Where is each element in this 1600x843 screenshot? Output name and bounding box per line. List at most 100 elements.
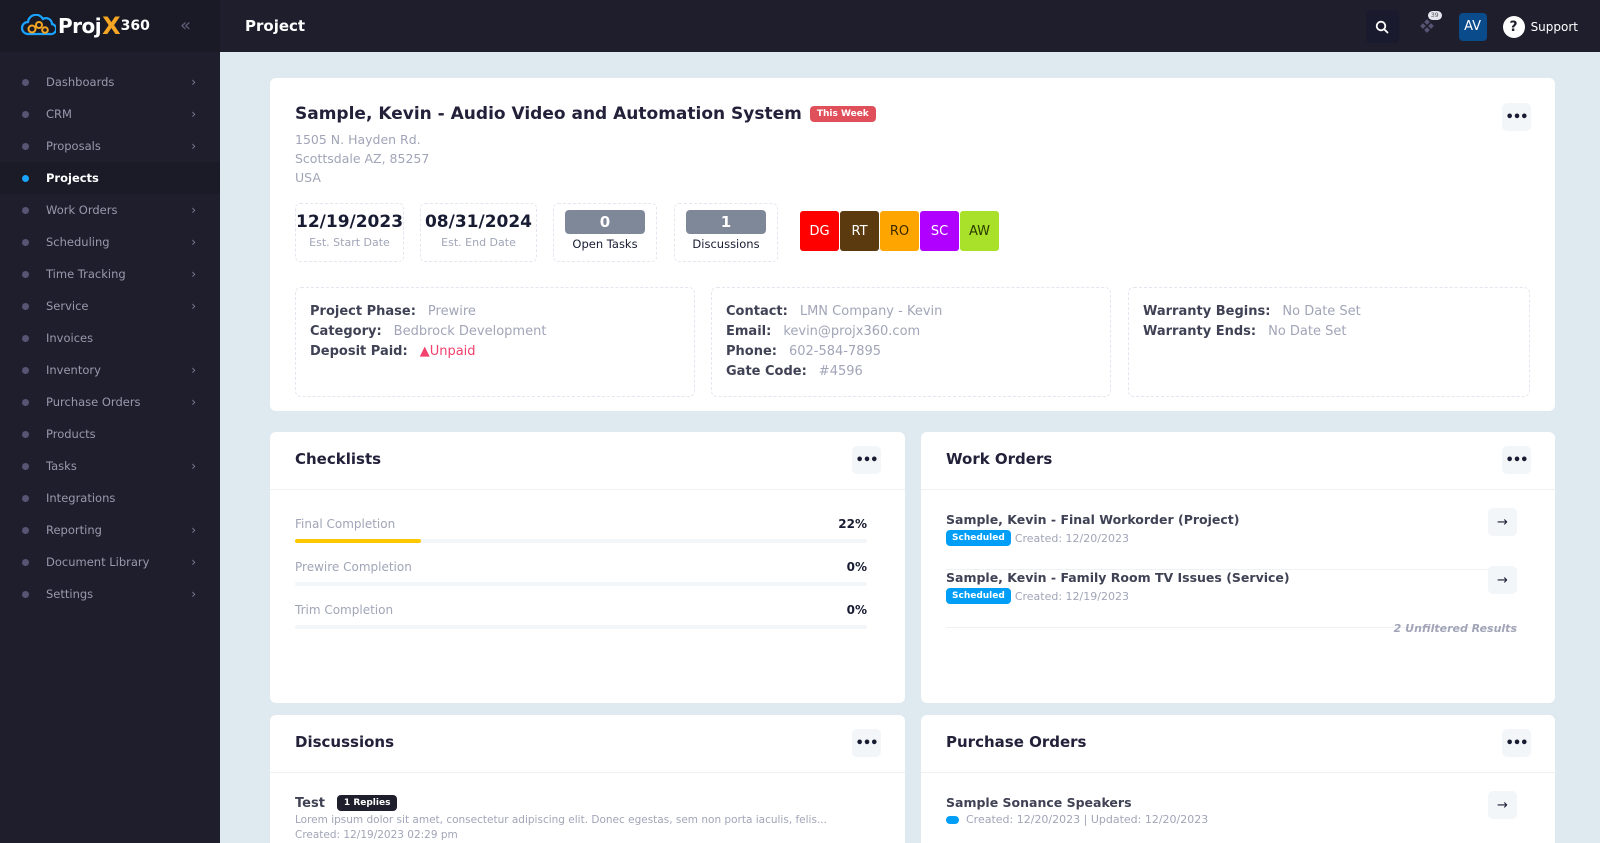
project-overview-card: Sample, Kevin - Audio Video and Automati…: [270, 78, 1555, 411]
chevron-right-icon: ›: [191, 267, 196, 281]
sidebar-item-label: Reporting: [46, 523, 102, 537]
warranty-box: Warranty Begins: No Date Set Warranty End…: [1128, 287, 1530, 397]
sidebar-item-reporting[interactable]: Reporting ›: [0, 514, 220, 546]
work-orders-more-button[interactable]: •••: [1502, 446, 1531, 474]
checklist-row[interactable]: Final Completion 22%: [295, 517, 867, 543]
work-order-title[interactable]: Sample, Kevin - Family Room TV Issues (S…: [946, 570, 1517, 585]
discussions-label: Discussions: [692, 237, 760, 251]
open-work-order-button[interactable]: →: [1488, 566, 1517, 594]
sidebar-item-service[interactable]: Service ›: [0, 290, 220, 322]
sidebar-item-label: Work Orders: [46, 203, 118, 217]
sidebar: Proj X 360 « Dashboards › CRM › Proposals › Proj…: [0, 0, 220, 843]
sidebar-item-label: Inventory: [46, 363, 101, 377]
phase-label: Project Phase:: [310, 304, 416, 319]
bullet-icon: [22, 110, 29, 118]
address-line-2: Scottsdale AZ, 85257: [295, 151, 430, 166]
checklists-more-button[interactable]: •••: [852, 446, 881, 474]
support-button[interactable]: ? Support: [1502, 15, 1578, 38]
header-actions: 39 AV ? Support: [1365, 10, 1578, 43]
checklist-row[interactable]: Trim Completion 0%: [295, 603, 867, 629]
sidebar-item-tasks[interactable]: Tasks ›: [0, 450, 220, 482]
logo-text: Proj: [58, 14, 102, 38]
sidebar-item-label: Service: [46, 299, 89, 313]
bullet-icon: [22, 590, 29, 598]
bullet-icon: [22, 238, 29, 246]
logo[interactable]: Proj X 360: [20, 12, 150, 40]
sidebar-item-scheduling[interactable]: Scheduling ›: [0, 226, 220, 258]
sidebar-item-inventory[interactable]: Inventory ›: [0, 354, 220, 386]
work-order-item: Sample, Kevin - Final Workorder (Project…: [946, 508, 1517, 570]
arrow-right-icon: →: [1497, 797, 1508, 813]
checklist-label: Final Completion: [295, 517, 396, 531]
warranty-ends-row: Warranty Ends: No Date Set: [1143, 322, 1515, 342]
contact-row: Contact: LMN Company - Kevin: [726, 302, 1096, 322]
top-header: Project 39 AV ? Support: [220, 0, 1600, 52]
sidebar-item-document-library[interactable]: Document Library ›: [0, 546, 220, 578]
work-orders-title: Work Orders: [946, 450, 1053, 468]
discussion-item[interactable]: Test 1 Replies: [295, 795, 398, 811]
contact-value[interactable]: LMN Company - Kevin: [800, 304, 943, 319]
discussions-more-button[interactable]: •••: [852, 729, 881, 757]
bullet-icon: [22, 494, 29, 502]
sidebar-item-label: CRM: [46, 107, 72, 121]
sidebar-item-settings[interactable]: Settings ›: [0, 578, 220, 610]
address-line-3: USA: [295, 170, 321, 185]
email-label: Email:: [726, 324, 772, 339]
sidebar-item-integrations[interactable]: Integrations: [0, 482, 220, 514]
discussion-body: Lorem ipsum dolor sit amet, consectetur …: [295, 813, 827, 843]
chevron-right-icon: ›: [191, 363, 196, 377]
phone-value[interactable]: 602-584-7895: [789, 344, 881, 359]
discussion-title[interactable]: Test: [295, 796, 325, 811]
sidebar-item-invoices[interactable]: Invoices: [0, 322, 220, 354]
sidebar-item-products[interactable]: Products: [0, 418, 220, 450]
work-orders-card: Work Orders ••• Sample, Kevin - Final Wo…: [921, 432, 1555, 703]
work-order-title[interactable]: Sample, Kevin - Final Workorder (Project…: [946, 512, 1517, 527]
status-indicator: [946, 815, 959, 824]
user-avatar[interactable]: AV: [1458, 12, 1487, 41]
chevron-right-icon: ›: [191, 523, 196, 537]
email-value[interactable]: kevin@projx360.com: [783, 324, 920, 339]
purchase-orders-more-button[interactable]: •••: [1502, 729, 1531, 757]
warning-icon: ▲: [419, 344, 430, 359]
results-count: 2 Unfiltered Results: [1393, 622, 1517, 635]
team-member-avatar[interactable]: DG: [800, 211, 839, 251]
sidebar-item-purchase-orders[interactable]: Purchase Orders ›: [0, 386, 220, 418]
status-badge: Scheduled: [946, 588, 1011, 604]
help-icon: ?: [1502, 15, 1525, 38]
sidebar-item-work-orders[interactable]: Work Orders ›: [0, 194, 220, 226]
search-button[interactable]: [1365, 10, 1399, 43]
checklist-label: Prewire Completion: [295, 560, 412, 574]
checklist-row[interactable]: Prewire Completion 0%: [295, 560, 867, 586]
end-date-value: 08/31/2024: [424, 212, 533, 232]
bullet-icon: [22, 398, 29, 406]
gate-code-label: Gate Code:: [726, 364, 807, 379]
chevron-right-icon: ›: [191, 107, 196, 121]
notifications-button[interactable]: 39: [1409, 10, 1445, 43]
project-address: 1505 N. Hayden Rd. Scottsdale AZ, 85257 …: [295, 130, 429, 187]
sidebar-item-label: Time Tracking: [46, 267, 126, 281]
deposit-row: Deposit Paid: ▲Unpaid: [310, 342, 680, 362]
open-tasks-stat[interactable]: 0 Open Tasks: [553, 203, 657, 262]
team-member-avatar[interactable]: AW: [960, 211, 999, 251]
team-member-avatar[interactable]: SC: [920, 211, 959, 251]
open-work-order-button[interactable]: →: [1488, 508, 1517, 536]
sidebar-item-label: Document Library: [46, 555, 150, 569]
warranty-ends-value: No Date Set: [1268, 324, 1347, 339]
progress-bar: [295, 625, 867, 629]
sidebar-item-crm[interactable]: CRM ›: [0, 98, 220, 130]
sidebar-item-proposals[interactable]: Proposals ›: [0, 130, 220, 162]
sidebar-item-time-tracking[interactable]: Time Tracking ›: [0, 258, 220, 290]
open-purchase-order-button[interactable]: →: [1488, 791, 1517, 819]
discussions-stat[interactable]: 1 Discussions: [674, 203, 778, 262]
collapse-sidebar-icon[interactable]: «: [180, 15, 191, 36]
sidebar-item-label: Projects: [46, 171, 99, 185]
team-member-avatar[interactable]: RT: [840, 211, 879, 251]
project-more-button[interactable]: •••: [1502, 103, 1531, 131]
team-member-avatar[interactable]: RO: [880, 211, 919, 251]
bullet-icon: [22, 174, 29, 182]
purchase-order-title: Sample Sonance Speakers: [946, 795, 1132, 810]
divider: [921, 489, 1555, 490]
bullet-icon: [22, 334, 29, 342]
sidebar-item-dashboards[interactable]: Dashboards ›: [0, 66, 220, 98]
sidebar-item-projects[interactable]: Projects: [0, 162, 220, 194]
